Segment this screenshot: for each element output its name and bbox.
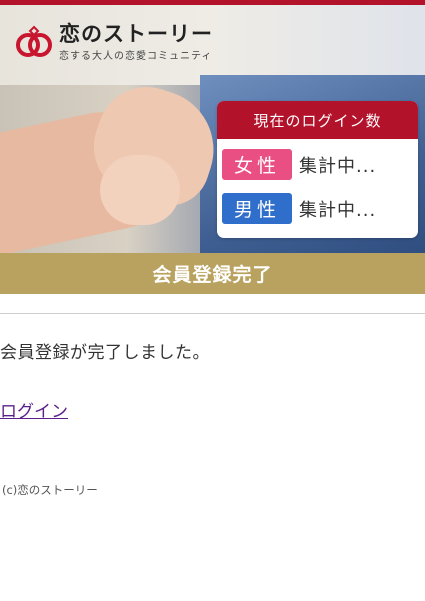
completion-message: 会員登録が完了しました。 xyxy=(0,343,210,363)
divider xyxy=(0,313,425,314)
female-count: 集計中... xyxy=(299,155,377,177)
login-link[interactable]: ログイン xyxy=(0,397,68,422)
login-count-title: 現在のログイン数 xyxy=(217,101,418,139)
copyright: (c)恋のストーリー xyxy=(2,483,98,497)
brand-tagline: 恋する大人の恋愛コミュニティ xyxy=(59,51,213,62)
rings-icon xyxy=(15,25,53,59)
login-count-panel: 現在のログイン数 女性 集計中... 男性 集計中... xyxy=(217,101,418,238)
male-count: 集計中... xyxy=(299,199,377,221)
page-title-banner: 会員登録完了 xyxy=(0,253,425,294)
female-badge: 女性 xyxy=(222,149,292,180)
male-badge: 男性 xyxy=(222,193,292,224)
brand-title: 恋のストーリー xyxy=(59,22,213,46)
male-row: 男性 集計中... xyxy=(222,193,376,224)
hero-hands-joined xyxy=(100,155,180,225)
site-logo[interactable]: 恋のストーリー 恋する大人の恋愛コミュニティ xyxy=(15,22,213,62)
female-row: 女性 集計中... xyxy=(222,149,376,180)
